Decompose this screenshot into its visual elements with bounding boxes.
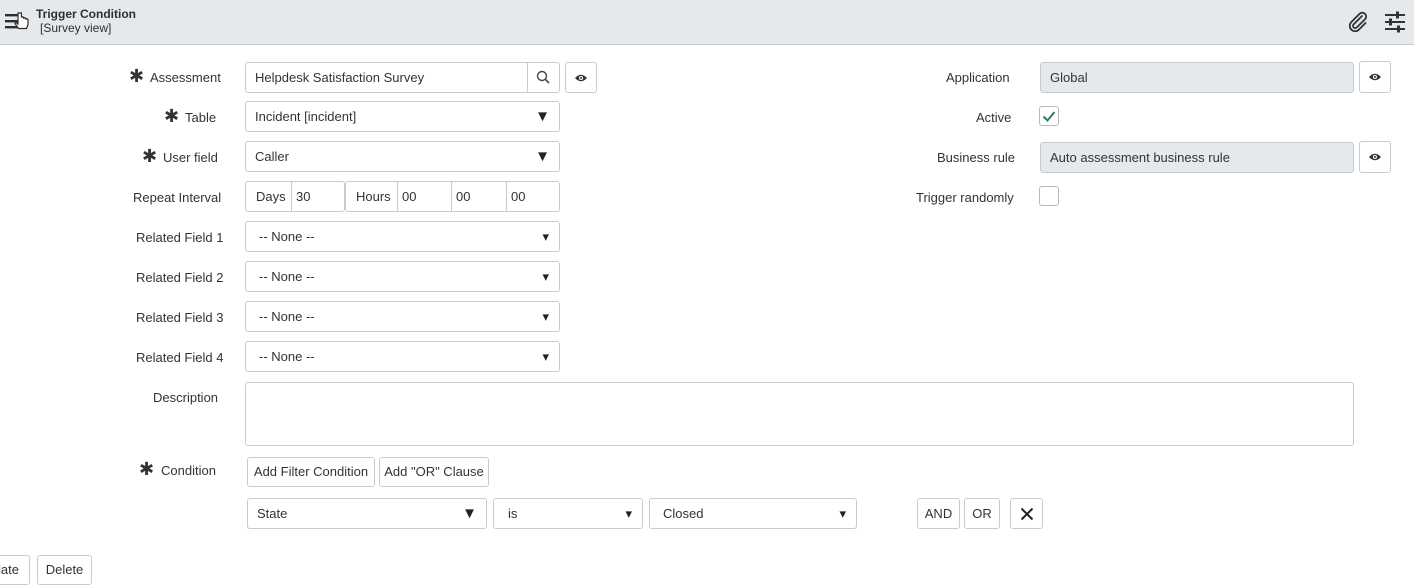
application-field: Global: [1040, 62, 1354, 93]
update-button[interactable]: Update: [0, 555, 30, 585]
paperclip-icon[interactable]: [1346, 10, 1370, 34]
related-field-4-value: -- None --: [259, 349, 315, 364]
related-field-1-select[interactable]: -- None -- ▾: [245, 221, 560, 252]
related-field-3-select[interactable]: -- None -- ▾: [245, 301, 560, 332]
repeat-interval-label: Repeat Interval: [133, 190, 222, 205]
divider: [451, 182, 452, 211]
dropdown-arrow-icon: ▾: [542, 229, 549, 244]
business-rule-label: Business rule: [937, 150, 1016, 165]
delete-button[interactable]: Delete: [37, 555, 92, 585]
settings-icon[interactable]: [1383, 11, 1407, 33]
preview-business-rule-button[interactable]: [1359, 141, 1391, 173]
days-label: Days: [256, 189, 286, 204]
dropdown-arrow-icon: ▾: [839, 506, 846, 521]
related-field-4-select[interactable]: -- None -- ▾: [245, 341, 560, 372]
condition-field-value: State: [257, 506, 288, 521]
related-field-2-value: -- None --: [259, 269, 315, 284]
search-icon[interactable]: [528, 63, 559, 92]
dropdown-arrow-icon: ▾: [625, 506, 632, 521]
page-subtitle: [Survey view]: [40, 21, 112, 35]
days-input[interactable]: 30: [296, 182, 310, 212]
assessment-label: Assessment: [150, 70, 221, 85]
required-marker: ✱: [139, 459, 155, 479]
checkmark-icon: [1042, 111, 1056, 122]
table-value: Incident [incident]: [255, 109, 357, 124]
assessment-value: Helpdesk Satisfaction Survey: [255, 70, 425, 85]
eye-icon: [1369, 73, 1381, 81]
related-field-3-label: Related Field 3: [136, 310, 224, 325]
description-label: Description: [153, 390, 219, 405]
dropdown-arrow-icon: ▾: [542, 349, 549, 364]
related-field-1-value: -- None --: [259, 229, 315, 244]
active-label: Active: [976, 110, 1012, 125]
condition-value-value: Closed: [663, 506, 704, 521]
divider: [397, 182, 398, 211]
related-field-4-label: Related Field 4: [136, 350, 224, 365]
add-filter-condition-button[interactable]: Add Filter Condition: [247, 457, 375, 487]
form-header: [0, 0, 1414, 45]
related-field-3-value: -- None --: [259, 309, 315, 324]
or-button[interactable]: OR: [964, 498, 1000, 529]
minutes-input[interactable]: 00: [456, 182, 470, 212]
condition-operator-value: is: [508, 506, 518, 521]
dropdown-arrow-icon: ▼: [462, 505, 477, 522]
hours-label: Hours: [356, 189, 391, 204]
related-field-2-label: Related Field 2: [136, 270, 224, 285]
condition-operator-select[interactable]: is ▾: [493, 498, 643, 529]
delete-condition-button[interactable]: [1010, 498, 1043, 529]
related-field-1-label: Related Field 1: [136, 230, 224, 245]
eye-icon: [575, 74, 587, 81]
trigger-randomly-label: Trigger randomly: [916, 190, 1014, 205]
required-marker: ✱: [164, 106, 180, 126]
condition-value-select[interactable]: Closed ▾: [649, 498, 857, 529]
application-label: Application: [946, 70, 1010, 85]
preview-application-button[interactable]: [1359, 61, 1391, 93]
dropdown-arrow-icon: ▾: [542, 269, 549, 284]
table-select[interactable]: Incident [incident] ▼: [245, 101, 560, 132]
table-label: Table: [185, 110, 217, 125]
close-icon: [1020, 507, 1033, 520]
user-field-select[interactable]: Caller ▼: [245, 141, 560, 172]
condition-label: Condition: [161, 463, 216, 478]
application-value: Global: [1050, 70, 1088, 85]
seconds-input[interactable]: 00: [511, 182, 525, 212]
divider: [506, 182, 507, 211]
assessment-input[interactable]: Helpdesk Satisfaction Survey: [245, 62, 560, 93]
eye-icon: [1369, 153, 1381, 161]
user-field-value: Caller: [255, 149, 289, 164]
update-button-label: Update: [0, 562, 19, 577]
divider: [291, 182, 292, 211]
dropdown-arrow-icon: ▾: [542, 309, 549, 324]
and-button[interactable]: AND: [917, 498, 960, 529]
business-rule-field: Auto assessment business rule: [1040, 142, 1354, 173]
page-title: Trigger Condition: [36, 7, 136, 21]
preview-assessment-button[interactable]: [565, 62, 597, 93]
dropdown-arrow-icon: ▼: [535, 148, 550, 165]
related-field-2-select[interactable]: -- None -- ▾: [245, 261, 560, 292]
days-group: Days 30: [245, 181, 345, 212]
hours-input[interactable]: 00: [402, 182, 416, 212]
dropdown-arrow-icon: ▼: [535, 108, 550, 125]
description-textarea[interactable]: [245, 382, 1354, 446]
trigger-randomly-checkbox[interactable]: [1039, 186, 1059, 206]
required-marker: ✱: [142, 146, 158, 166]
hours-group: Hours 00 00 00: [345, 181, 560, 212]
menu-icon[interactable]: [4, 10, 29, 32]
user-field-label: User field: [163, 150, 218, 165]
active-checkbox[interactable]: [1039, 106, 1059, 126]
required-marker: ✱: [129, 66, 145, 86]
business-rule-value: Auto assessment business rule: [1050, 150, 1230, 165]
add-or-clause-button[interactable]: Add "OR" Clause: [379, 457, 489, 487]
condition-field-select[interactable]: State ▼: [247, 498, 487, 529]
